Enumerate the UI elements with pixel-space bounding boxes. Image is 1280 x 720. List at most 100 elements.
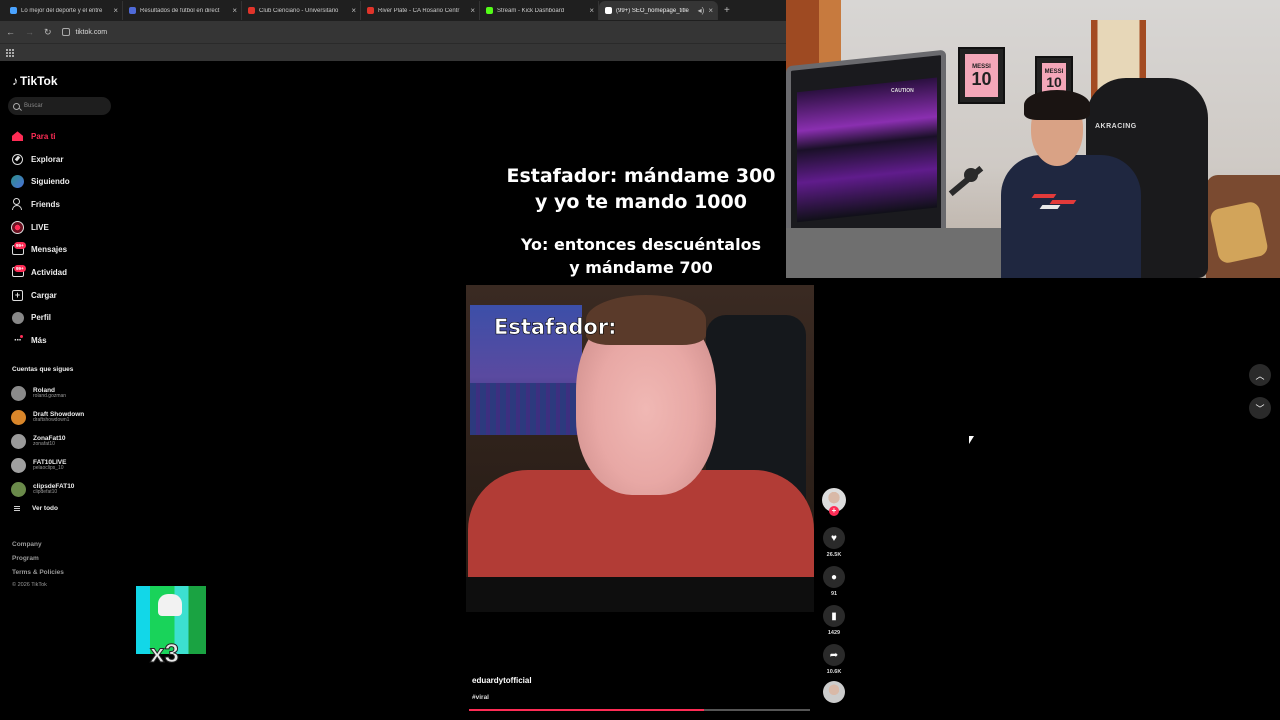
close-tab-icon[interactable]: × [589,6,594,15]
creator-avatar[interactable]: + [822,488,846,516]
caption-line: y yo te mando 1000 [535,191,747,213]
browser-toolbar: ← → ↻ tiktok.com [0,21,786,43]
nav-label: Más [31,336,47,346]
previous-video-button[interactable]: ︿ [1249,364,1271,386]
bookmarks-bar [0,43,786,61]
account-handle: zonafat10 [33,440,55,447]
sticker-text: x3 [150,638,180,669]
tab-title: Resultados de fútbol en direct [140,7,220,14]
tiktok-logo[interactable]: ♪ TikTok [12,74,58,88]
avatar [11,457,26,473]
nav-item-siguiendo[interactable]: Siguiendo [11,170,111,193]
save-count: 1429 [827,630,841,636]
tiktok-note-icon: ♪ [12,74,18,88]
nav-label: Actividad [31,267,68,277]
following-account[interactable]: clipsdeFAT10 clipdefat10 [11,477,111,501]
mouse-cursor [969,436,974,444]
nav-item-para-ti[interactable]: Para ti [11,125,111,148]
framed-jersey: MESSI 10 [958,47,1005,104]
nav-item-mensajes[interactable]: 99+ Mensajes [11,238,111,261]
footer-link-company[interactable]: Company [12,538,64,552]
nav-label: Explorar [31,154,64,164]
streamer-hair [1024,90,1090,120]
following-section-title: Cuentas que sigues [12,366,74,373]
video-author[interactable]: eduardytofficial [472,676,532,685]
bookmark-icon[interactable]: ▮ [823,605,845,627]
browser-tab[interactable]: River Plate - CA Rosario Centr × [361,1,480,20]
copyright: © 2026 TikTok [12,582,47,588]
nav-item-mas[interactable]: ··· Más [11,329,111,352]
browser-tab[interactable]: Stream - Kick Dashboard × [480,1,599,20]
shirt-logo [1031,192,1085,210]
browser-tab-active[interactable]: (99+) SEO_homepage_title ◂) × [599,1,718,20]
logo-text: TikTok [20,74,58,88]
close-tab-icon[interactable]: × [232,6,237,15]
like-count: 26.5K [826,552,842,558]
tab-favicon-icon [486,7,493,14]
browser-tab[interactable]: Lo mejor del deporte y el entre × [4,1,123,20]
avatar [11,481,26,497]
caption-line: Estafador: mándame 300 [506,165,776,187]
video-hashtag[interactable]: #viral [472,694,489,701]
save-action: ▮ 1429 [820,605,848,636]
chevron-down-icon: ﹀ [1255,403,1265,414]
see-all-button[interactable]: Ver todo [14,505,58,512]
comment-count: 91 [830,591,838,597]
see-all-label: Ver todo [32,505,59,512]
search-input[interactable]: Buscar [8,97,111,115]
speaker-icon[interactable]: ◂) [698,6,705,15]
back-arrow-icon[interactable]: ← [6,27,15,37]
close-tab-icon[interactable]: × [708,6,713,15]
following-account[interactable]: Draft Showdown draftshowdown1 [11,405,111,429]
like-action: ♥ 26.5K [820,527,848,558]
nav-label: Para ti [31,131,56,141]
nav-item-live[interactable]: LIVE [11,216,111,239]
video-player[interactable]: Estafador: [466,285,814,612]
nav-label: Siguiendo [31,177,70,187]
reload-icon[interactable]: ↻ [44,27,52,38]
following-account[interactable]: Roland roland.gozman [11,381,111,405]
caption-line: Yo: entonces descuéntalos [520,235,762,254]
follow-plus-icon[interactable]: + [829,506,839,516]
tab-title: (99+) SEO_homepage_title [616,7,689,14]
share-count: 10.6K [826,669,842,675]
close-tab-icon[interactable]: × [351,6,356,15]
mic-arm-joint [964,168,978,182]
next-video-button[interactable]: ﹀ [1249,397,1271,419]
close-tab-icon[interactable]: × [470,6,475,15]
following-account[interactable]: ZonaFat10 zonafat10 [11,429,111,453]
heart-icon[interactable]: ♥ [823,527,845,549]
chair-brand: AKRACING [1095,123,1137,130]
nav-item-perfil[interactable]: Perfil [11,307,111,330]
address-bar[interactable]: tiktok.com [61,24,107,40]
close-tab-icon[interactable]: × [113,6,118,15]
new-tab-button[interactable]: + [724,5,730,16]
stream-overlay-sticker: x3 [136,586,206,674]
profile-icon [11,311,24,324]
list-icon [14,506,20,511]
tab-title: Lo mejor del deporte y el entre [21,7,103,14]
nav-item-explorar[interactable]: Explorar [11,148,111,171]
jersey-number: 10 [971,68,992,89]
sound-avatar[interactable] [823,681,845,703]
nav-item-cargar[interactable]: + Cargar [11,284,111,307]
nav-item-actividad[interactable]: 99+ Actividad [11,261,111,284]
nav-item-friends[interactable]: Friends [11,193,111,216]
share-action: ➦ 10.6K [820,644,848,675]
browser-tab[interactable]: Club Cienciano - Universitario × [242,1,361,20]
footer-link-program[interactable]: Program [12,552,64,566]
share-icon[interactable]: ➦ [823,644,845,666]
site-info-icon[interactable] [61,28,70,36]
comment-icon[interactable]: ● [823,566,845,588]
video-progress-bar[interactable] [469,709,810,711]
footer-link-terms[interactable]: Terms & Policies [12,566,64,580]
apps-grid-icon[interactable] [6,49,14,57]
browser-tab[interactable]: Resultados de fútbol en direct × [123,1,242,20]
video-action-bar: + ♥ 26.5K ● 91 ▮ 1429 ➦ 10.6K [820,488,848,703]
following-account[interactable]: FAT10LIVE pelaoclips_10 [11,453,111,477]
nav-label: Mensajes [31,245,68,255]
search-placeholder: Buscar [24,103,43,109]
forward-arrow-icon[interactable]: → [25,27,34,37]
tab-title: River Plate - CA Rosario Centr [378,7,460,14]
video-progress-fill [469,709,705,711]
